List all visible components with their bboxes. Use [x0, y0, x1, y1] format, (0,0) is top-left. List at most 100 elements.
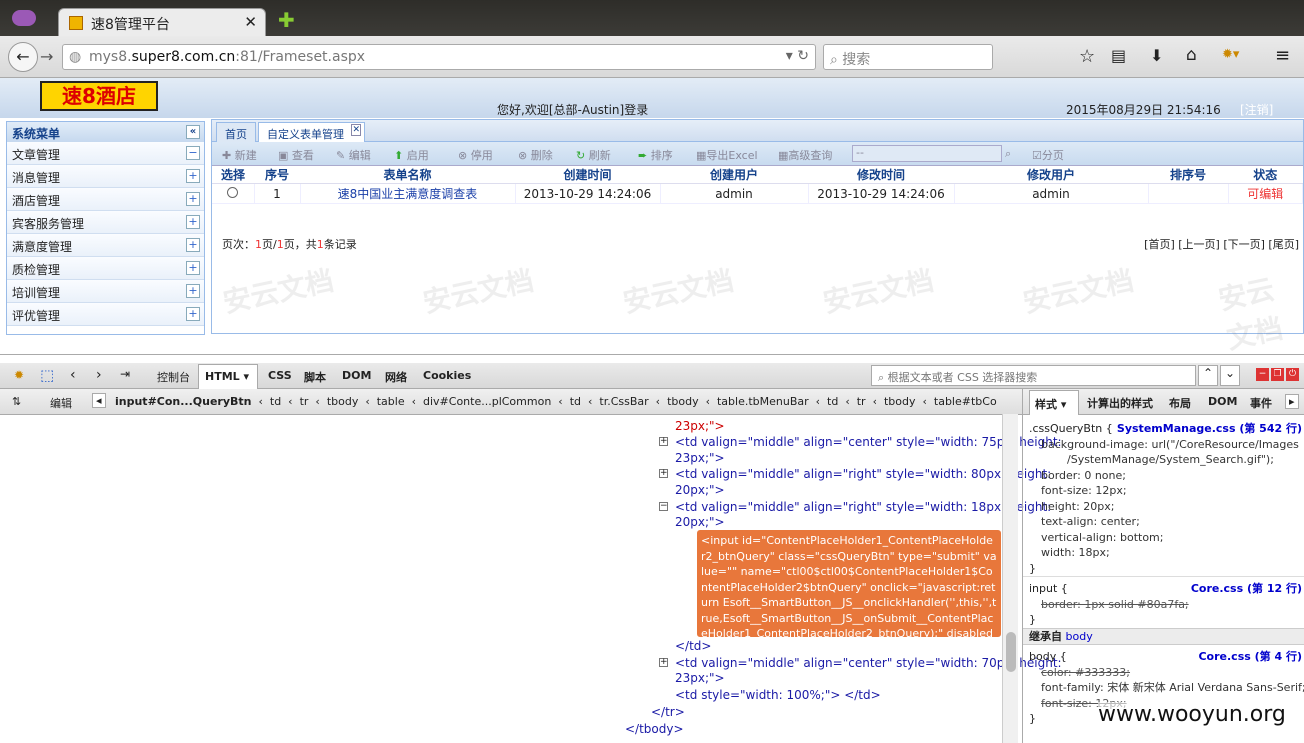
edit-button[interactable]: 编辑 — [50, 395, 72, 411]
chevron-down-icon[interactable]: ⌄ — [1220, 365, 1240, 386]
scroll-right-icon[interactable]: ▸ — [1285, 394, 1299, 409]
close-icon[interactable]: ⏻ — [1286, 368, 1299, 381]
reload-icon[interactable]: ▾ ↻ — [786, 48, 809, 64]
collapse-icon[interactable]: − — [659, 502, 668, 511]
expand-icon[interactable]: + — [186, 238, 200, 252]
css-source-link[interactable]: SystemManage.css (第 542 行) — [1117, 421, 1302, 437]
radio-icon[interactable] — [227, 186, 239, 198]
expand-icon[interactable]: + — [659, 469, 668, 478]
crumb-item[interactable]: td — [270, 395, 281, 408]
crumb-item[interactable]: table.tbMenuBar — [717, 395, 809, 408]
sidebar-item-article[interactable]: 文章管理 − — [7, 142, 204, 165]
cell-form-name-link[interactable]: 速8中国业主满意度调查表 — [300, 183, 516, 204]
expand-icon[interactable]: + — [186, 169, 200, 183]
scrollbar-thumb[interactable] — [1006, 632, 1016, 672]
view-button[interactable]: ▣ 查看 — [278, 147, 314, 163]
home-icon[interactable]: ⌂ — [1186, 45, 1197, 65]
devtools-search-input[interactable]: ⌕ 根据文本或者 CSS 选择器搜索 — [871, 365, 1196, 386]
expand-icon[interactable]: + — [186, 307, 200, 321]
css-prop[interactable]: text-align: center; — [1029, 514, 1300, 530]
sidebar-item-satisfaction[interactable]: 满意度管理 + — [7, 234, 204, 257]
crumb-item[interactable]: tr — [300, 395, 309, 408]
expand-icon[interactable]: + — [659, 437, 668, 446]
sidebar-item-hotel[interactable]: 酒店管理 + — [7, 188, 204, 211]
crumb-item[interactable]: tr — [857, 395, 866, 408]
advanced-search-button[interactable]: ▦高级查询 — [778, 147, 832, 163]
scroll-left-icon[interactable]: ◂ — [92, 393, 106, 408]
sort-button[interactable]: ➨ 排序 — [638, 147, 673, 163]
crumb-item[interactable]: table — [377, 395, 405, 408]
back-button[interactable]: ← — [8, 42, 38, 72]
inspect-icon[interactable]: ⬚ — [40, 366, 54, 384]
tab-console[interactable]: 控制台 — [157, 369, 190, 385]
crumb-item[interactable]: tbody — [667, 395, 699, 408]
tab-home[interactable]: 首页 — [216, 122, 256, 143]
reading-list-icon[interactable]: ▤ — [1111, 46, 1126, 65]
export-button[interactable]: ▦导出Excel — [696, 147, 758, 163]
forward-arrow-icon[interactable]: › — [96, 367, 102, 383]
expand-icon[interactable]: + — [186, 284, 200, 298]
crumb-item[interactable]: td — [827, 395, 838, 408]
close-tab-icon[interactable]: ✕ — [244, 13, 257, 31]
css-prop[interactable]: border: 0 none; — [1029, 468, 1300, 484]
forward-button[interactable]: → — [40, 47, 53, 66]
tab-styles[interactable]: 样式 ▾ — [1029, 390, 1079, 415]
expand-icon[interactable]: + — [186, 261, 200, 275]
url-bar[interactable]: ◍ mys8.super8.com.cn:81/Frameset.aspx ▾ … — [62, 44, 816, 70]
tab-html[interactable]: HTML ▾ — [198, 364, 258, 389]
css-source-link[interactable]: Core.css (第 12 行) — [1191, 581, 1302, 597]
browser-tab[interactable]: 速8管理平台 ✕ — [58, 8, 266, 38]
code-line[interactable]: <td valign="middle" align="right" style=… — [675, 500, 1051, 514]
refresh-button[interactable]: ↻ 刷新 — [576, 147, 611, 163]
close-tab-icon[interactable]: ✕ — [351, 124, 361, 136]
logout-link[interactable]: [注销] — [1240, 101, 1273, 118]
edit-button[interactable]: ✎ 编辑 — [336, 147, 371, 163]
crumb-item[interactable]: tr.CssBar — [599, 395, 648, 408]
crumb-item[interactable]: td — [570, 395, 581, 408]
sidebar-item-message[interactable]: 消息管理 + — [7, 165, 204, 188]
tab-css[interactable]: CSS — [268, 369, 292, 382]
download-icon[interactable]: ⬇ — [1150, 46, 1163, 65]
expand-icon[interactable]: + — [186, 215, 200, 229]
css-prop-overridden[interactable]: color: #333333; — [1029, 665, 1300, 681]
expand-icon[interactable]: + — [659, 658, 668, 667]
code-line[interactable]: <td style="width: 100%;"> </td> — [675, 688, 881, 702]
css-prop[interactable]: /SystemManage/System_Search.gif"); — [1029, 452, 1300, 468]
layout-toggle-icon[interactable]: ⇅ — [12, 395, 21, 408]
back-arrow-icon[interactable]: ‹ — [70, 367, 76, 383]
crumb-item[interactable]: tbody — [884, 395, 916, 408]
tab-dom[interactable]: DOM — [342, 369, 371, 382]
css-prop-overridden[interactable]: border: 1px solid #80a7fa; — [1029, 597, 1300, 613]
row-select-radio[interactable] — [212, 183, 255, 204]
pager-links[interactable]: [首页] [上一页] [下一页] [尾页] — [1144, 236, 1299, 252]
step-icon[interactable]: ⇥ — [120, 367, 130, 381]
tab-computed[interactable]: 计算出的样式 — [1087, 395, 1153, 411]
crumb-item[interactable]: tbody — [327, 395, 359, 408]
firebug-icon[interactable]: ✹ — [14, 368, 24, 382]
sidebar-item-training[interactable]: 培训管理 + — [7, 280, 204, 303]
sidebar-item-quality[interactable]: 质检管理 + — [7, 257, 204, 280]
css-prop[interactable]: font-size: 12px; — [1029, 483, 1300, 499]
detach-icon[interactable]: ❐ — [1271, 368, 1284, 381]
code-line[interactable]: <td valign="middle" align="right" style=… — [675, 467, 1051, 481]
chevron-up-icon[interactable]: ⌃ — [1198, 365, 1218, 386]
css-source-link[interactable]: Core.css (第 4 行) — [1198, 649, 1302, 665]
tab-dom[interactable]: DOM — [1208, 395, 1237, 408]
firebug-icon[interactable]: ✹▾ — [1222, 47, 1239, 62]
sidebar-item-award[interactable]: 评优管理 + — [7, 303, 204, 326]
crumb-item[interactable]: input#Con...QueryBtn — [115, 395, 252, 408]
css-prop[interactable]: width: 18px; — [1029, 545, 1300, 561]
enable-button[interactable]: ⬆ 启用 — [394, 147, 429, 163]
crumb-item[interactable]: table#tbCo — [934, 395, 997, 408]
tab-cookies[interactable]: Cookies — [423, 369, 471, 382]
css-prop[interactable]: background-image: url("/CoreResource/Ima… — [1029, 437, 1300, 453]
delete-button[interactable]: ⊗ 删除 — [518, 147, 553, 163]
inherited-element-link[interactable]: body — [1066, 630, 1093, 643]
tab-network[interactable]: 网络 — [385, 369, 407, 385]
tab-custom-form[interactable]: 自定义表单管理 ✕ — [258, 122, 365, 143]
sidebar-item-guest-service[interactable]: 宾客服务管理 + — [7, 211, 204, 234]
search-input[interactable]: -- — [852, 145, 1002, 162]
hamburger-menu-icon[interactable]: ≡ — [1275, 45, 1290, 66]
tab-layout[interactable]: 布局 — [1169, 395, 1191, 411]
tab-script[interactable]: 脚本 — [304, 369, 326, 385]
